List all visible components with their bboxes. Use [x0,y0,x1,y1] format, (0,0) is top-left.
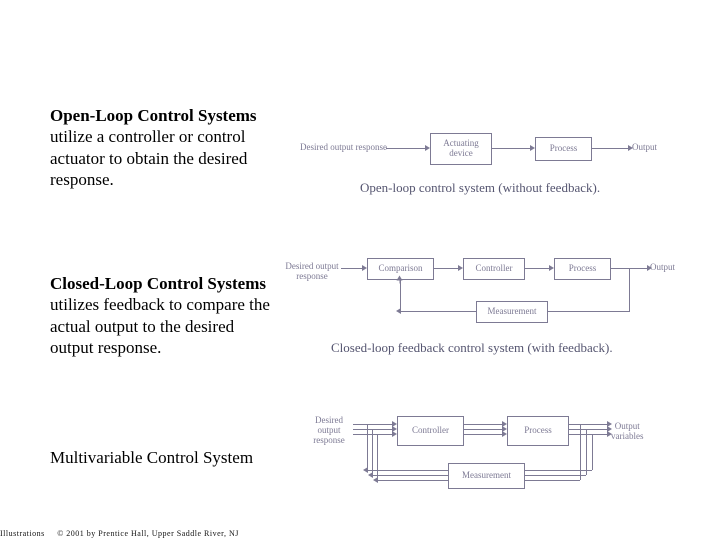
footer: Illustrations © 2001 by Prentice Hall, U… [0,529,239,538]
arrow-icon [568,434,608,435]
line [400,279,401,312]
closed-loop-text: Closed-Loop Control Systems utilizes fee… [50,273,270,358]
arrow-icon [353,429,393,430]
closed-controller-box: Controller [463,258,525,280]
line [372,429,373,476]
arrow-icon [341,268,363,269]
multi-input-label: Desired output response [305,416,353,446]
arrow-icon [463,424,503,425]
line [629,268,630,312]
open-actuating-box: Actuating device [430,133,492,165]
multi-measurement-box: Measurement [448,463,525,489]
line [523,480,580,481]
closed-process-box: Process [554,258,611,280]
line [400,311,476,312]
open-output-label: Output [632,143,657,153]
open-loop-diagram: Desired output response Actuating device… [300,125,690,205]
line [523,470,592,471]
line [592,434,593,470]
open-loop-title: Open-Loop Control Systems [50,106,257,125]
closed-measurement-box: Measurement [476,301,548,323]
line [377,434,378,481]
arrow-icon [386,148,426,149]
arrow-icon [491,148,531,149]
closed-loop-body: utilizes feedback to compare the actual … [50,295,270,357]
open-loop-body: utilize a controller or control actuator… [50,127,247,189]
line [372,475,448,476]
footer-right: © 2001 by Prentice Hall, Upper Saddle Ri… [57,529,239,538]
footer-left: Illustrations [0,529,45,538]
line [523,475,586,476]
line [367,424,368,471]
open-loop-text: Open-Loop Control Systems utilize a cont… [50,105,270,190]
arrow-icon [568,429,608,430]
arrow-icon [546,311,629,312]
arrow-icon [568,424,608,425]
line [377,480,448,481]
closed-input-label: Desired output response [283,262,341,282]
arrow-icon [353,434,393,435]
open-caption: Open-loop control system (without feedba… [360,180,600,196]
arrow-icon [353,424,393,425]
line [586,429,587,475]
closed-caption: Closed-loop feedback control system (wit… [331,340,613,356]
closed-loop-title: Closed-Loop Control Systems [50,274,266,293]
multivariable-text: Multivariable Control System [50,447,270,468]
multi-output-label: Output variables [611,422,643,442]
multi-controller-box: Controller [397,416,464,446]
multivariable-diagram: Desired output response Controller Proce… [305,410,705,530]
arrow-icon [463,429,503,430]
open-process-box: Process [535,137,592,161]
open-input-label: Desired output response [300,143,385,153]
multi-process-box: Process [507,416,569,446]
arrow-icon [433,268,459,269]
arrow-icon [463,434,503,435]
line [580,424,581,480]
arrow-icon [400,280,401,284]
multivariable-title: Multivariable Control System [50,448,253,467]
closed-output-label: Output [650,263,675,273]
closed-loop-diagram: Desired output response Comparison Contr… [283,253,703,373]
line [367,470,448,471]
slide: Open-Loop Control Systems utilize a cont… [0,0,720,540]
arrow-icon [591,148,629,149]
arrow-icon [524,268,550,269]
